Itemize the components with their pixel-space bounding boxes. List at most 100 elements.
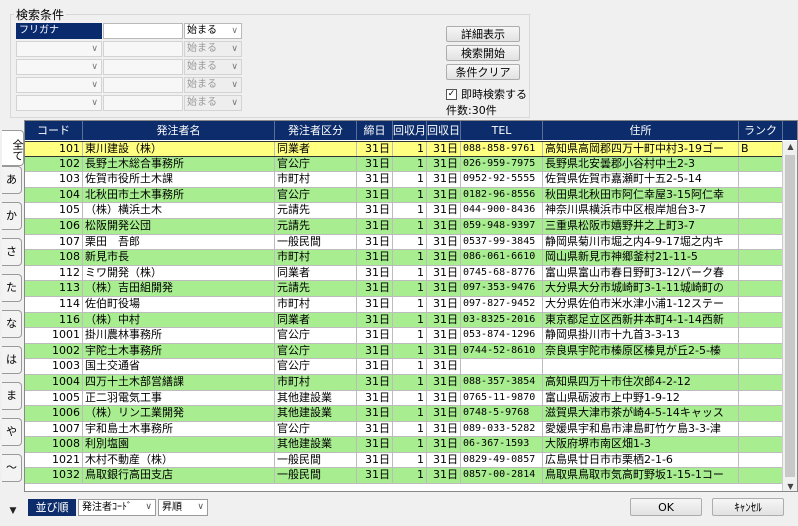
column-header[interactable]: 回収月 — [393, 121, 427, 140]
table-row[interactable]: 103 佐賀市役所土木課 市町村 31日 1 31日 0952-92-5555 佐賀県佐賀市嘉… — [25, 172, 783, 188]
cell-rank: B — [739, 142, 783, 156]
table-row[interactable]: 104 北秋田市土木事務所 官公庁 31日 1 31日 0182-96-8556 秋田県北秋田… — [25, 187, 783, 204]
column-header[interactable]: TEL — [461, 121, 543, 140]
criterion-field-select[interactable]: ∨ — [16, 59, 102, 75]
search-start-button[interactable]: 検索開始 — [446, 45, 520, 61]
kana-tab-9[interactable]: ～ — [2, 454, 22, 482]
column-header[interactable]: 住所 — [543, 121, 739, 140]
column-header[interactable]: 発注者区分 — [275, 121, 357, 140]
criterion-operator-select[interactable]: 始まる ∨ — [184, 59, 242, 75]
scrollbar-thumb[interactable] — [785, 155, 795, 477]
column-header[interactable]: ランク — [739, 121, 783, 140]
criterion-operator-select[interactable]: 始まる ∨ — [184, 95, 242, 111]
kana-tab-6[interactable]: は — [2, 346, 22, 374]
table-row[interactable]: 113 （株）吉田組開発 元請先 31日 1 31日 097-353-9476 大分県大分市城… — [25, 281, 783, 297]
table-row[interactable]: 1005 正二羽電気工事 其他建設業 31日 1 31日 0765-11-9870 富山県砺波… — [25, 390, 783, 407]
criterion-operator-select[interactable]: 始まる ∨ — [184, 41, 242, 57]
detail-display-button[interactable]: 詳細表示 — [446, 26, 520, 42]
cell-category: 其他建設業 — [275, 390, 357, 406]
cell-category: 同業者 — [275, 142, 357, 156]
table-row[interactable]: 1003 国土交通省 官公庁 31日 1 31日 — [25, 359, 783, 375]
sort-field-select[interactable]: 発注者ｺｰﾄﾞ ∨ — [78, 499, 156, 516]
table-row[interactable]: 107 栗田 吾郎 一般民間 31日 1 31日 0537-99-3845 静岡県菊川市堀之内… — [25, 234, 783, 251]
tabs-scroll-down-icon[interactable]: ▼ — [6, 506, 20, 518]
criterion-value-input[interactable] — [103, 77, 183, 93]
criterion-field-select[interactable]: ∨ — [16, 41, 102, 57]
kana-tab-0[interactable]: 全て — [2, 130, 24, 166]
scroll-down-icon[interactable]: ▼ — [783, 481, 797, 491]
criterion-operator-select[interactable]: 始まる ∨ — [184, 23, 242, 39]
column-header[interactable]: 回収日 — [427, 121, 461, 140]
cell-rank — [739, 468, 783, 484]
cell-category: 其他建設業 — [275, 406, 357, 421]
table-row[interactable]: 1007 宇和島土木事務所 官公庁 31日 1 31日 089-033-5282 愛媛県宇和島… — [25, 421, 783, 438]
column-header[interactable]: 締日 — [357, 121, 393, 140]
cell-month: 1 — [393, 390, 427, 406]
kana-tab-3[interactable]: さ — [2, 238, 22, 266]
cell-month: 1 — [393, 296, 427, 312]
search-criterion-row: ∨ 始まる ∨ — [16, 77, 242, 93]
cancel-button[interactable]: ｷｬﾝｾﾙ — [712, 498, 784, 516]
table-row[interactable]: 1032 鳥取銀行高田支店 一般民間 31日 1 31日 0857-00-2814 鳥取県鳥取… — [25, 468, 783, 485]
criterion-operator-select[interactable]: 始まる ∨ — [184, 77, 242, 93]
table-row[interactable]: 1021 木村不動産（株） 一般民間 31日 1 31日 0829-49-0857 広島県廿日… — [25, 452, 783, 469]
kana-tab-2[interactable]: か — [2, 202, 22, 230]
cell-rank — [739, 203, 783, 218]
cell-month: 1 — [393, 312, 427, 328]
cell-name: 宇陀土木事務所 — [83, 343, 275, 359]
table-row[interactable]: 116 （株）中村 同業者 31日 1 31日 03-8325-2016 東京都足立区西新井本… — [25, 312, 783, 329]
kana-tab-5[interactable]: な — [2, 310, 22, 338]
table-row[interactable]: 108 新見市長 市町村 31日 1 31日 086-061-6610 岡山県新見市神郷釜村2… — [25, 250, 783, 266]
kana-tab-7[interactable]: ま — [2, 382, 22, 410]
column-header[interactable]: コード — [25, 121, 83, 140]
table-row[interactable]: 1008 利別塩園 其他建設業 31日 1 31日 06-367-1593 大阪府堺市南区畑1… — [25, 437, 783, 453]
table-row[interactable]: 1001 掛川農林事務所 官公庁 31日 1 31日 053-874-1296 静岡県掛川市十… — [25, 328, 783, 344]
cell-name: 掛川農林事務所 — [83, 328, 275, 343]
ok-button[interactable]: OK — [630, 498, 702, 516]
cell-month: 1 — [393, 156, 427, 172]
criterion-value-input[interactable] — [103, 95, 183, 111]
cell-address: 高知県四万十市住次郎4-2-12 — [543, 374, 739, 390]
criterion-value-input[interactable] — [103, 59, 183, 75]
table-row[interactable]: 105 （株）横浜土木 元請先 31日 1 31日 044-900-8436 神奈川県横浜市中… — [25, 203, 783, 219]
cell-day: 31日 — [427, 452, 461, 468]
table-row[interactable]: 112 ミワ開発（株） 同業者 31日 1 31日 0745-68-8776 富山県富山市春日… — [25, 265, 783, 282]
cell-category: 一般民間 — [275, 452, 357, 468]
cell-category: 官公庁 — [275, 359, 357, 374]
criterion-value-input[interactable] — [103, 41, 183, 57]
chevron-down-icon: ∨ — [91, 80, 98, 90]
instant-search-checkbox[interactable]: ✓ — [446, 88, 457, 100]
table-row[interactable]: 114 佐伯町役場 市町村 31日 1 31日 097-827-9452 大分県佐伯市米水津小… — [25, 296, 783, 313]
cell-day: 31日 — [427, 343, 461, 359]
kana-tab-4[interactable]: た — [2, 274, 22, 302]
criterion-field-select[interactable]: フリガナ — [16, 23, 102, 39]
table-row[interactable]: 1004 四万十土木部営繕課 市町村 31日 1 31日 088-357-3854 高知県四万… — [25, 374, 783, 391]
kana-tab-1[interactable]: あ — [2, 166, 22, 194]
search-criterion-row: フリガナ 始まる ∨ — [16, 23, 242, 39]
kana-tab-8[interactable]: や — [2, 418, 22, 446]
table-row[interactable]: 1002 宇陀土木事務所 官公庁 31日 1 31日 0744-52-8610 奈良県宇陀市榛… — [25, 343, 783, 360]
instant-search-toggle[interactable]: ✓ 即時検索する — [446, 86, 527, 102]
cell-category: 官公庁 — [275, 328, 357, 343]
cell-close: 31日 — [357, 187, 393, 203]
clear-conditions-button[interactable]: 条件クリア — [446, 64, 520, 80]
chevron-down-icon: ∨ — [231, 26, 238, 36]
vertical-scrollbar[interactable]: ▲ ▼ — [782, 141, 797, 491]
criterion-field-select[interactable]: ∨ — [16, 77, 102, 93]
cell-rank — [739, 437, 783, 452]
table-row[interactable]: 1006 （株）リン工業開発 其他建設業 31日 1 31日 0748-5-9768 滋賀県大… — [25, 406, 783, 422]
scroll-up-icon[interactable]: ▲ — [783, 141, 797, 153]
cell-day: 31日 — [427, 250, 461, 265]
table-row[interactable]: 101 東川建設（株） 同業者 31日 1 31日 088-858-9761 高知県高岡郡四万… — [25, 141, 783, 157]
table-row[interactable]: 106 松阪開発公団 元請先 31日 1 31日 059-948-9397 三重県松阪市嬉野井… — [25, 218, 783, 235]
cell-tel: 0748-5-9768 — [461, 406, 543, 421]
cell-rank — [739, 156, 783, 172]
criterion-value-input[interactable] — [103, 23, 183, 39]
table-row[interactable]: 102 長野土木総合事務所 官公庁 31日 1 31日 026-959-7975 長野県北安曇… — [25, 156, 783, 173]
chevron-down-icon: ∨ — [91, 62, 98, 72]
column-header[interactable]: 発注者名 — [83, 121, 275, 140]
chevron-down-icon: ∨ — [91, 44, 98, 54]
cell-category: 一般民間 — [275, 468, 357, 484]
sort-direction-select[interactable]: 昇順 ∨ — [158, 499, 208, 516]
criterion-field-select[interactable]: ∨ — [16, 95, 102, 111]
